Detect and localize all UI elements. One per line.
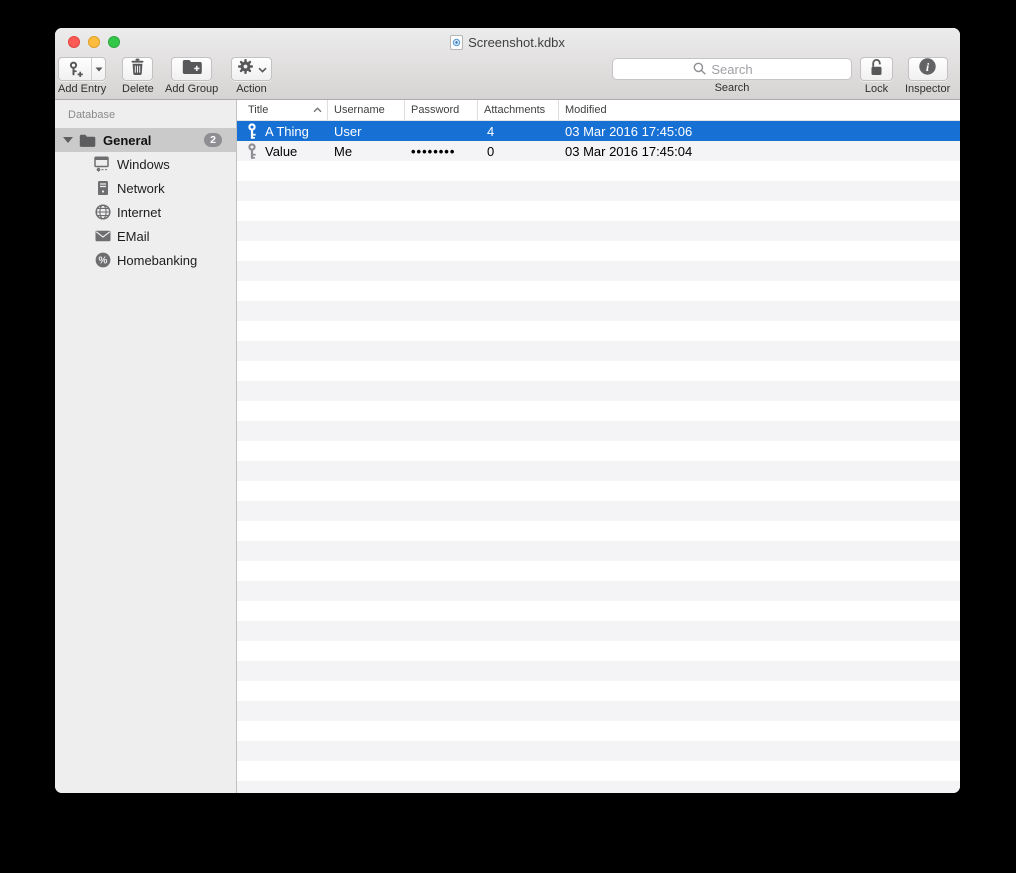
folder-icon [79,134,96,147]
column-attachments-label: Attachments [484,104,546,116]
unlocked-padlock-icon [869,58,884,81]
toolbar: Add Entry Delete Add Group Action Search… [55,56,960,100]
lock-button[interactable] [860,57,893,81]
column-header-title[interactable]: Title [237,100,328,120]
lock-label: Lock [864,83,889,95]
sort-ascending-icon [313,104,322,116]
search-label: Search [714,82,750,94]
table-row[interactable]: Value Me •••••••• 0 03 Mar 2016 17:45:04 [237,141,960,161]
disclosure-triangle-icon[interactable] [63,137,73,143]
sidebar-group-list: Windows Network Internet EMail % Homeban… [55,152,236,272]
cell-username: User [334,123,362,139]
table-header: Title Username Password Attachments Modi… [237,100,960,121]
column-modified-label: Modified [565,104,607,116]
add-group-label: Add Group [165,83,219,95]
table-row[interactable]: A Thing User 4 03 Mar 2016 17:45:06 [237,121,960,141]
table-body[interactable]: A Thing User 4 03 Mar 2016 17:45:06 Valu… [237,121,960,793]
cell-title: Value [265,143,298,159]
sidebar-section-header: Database [68,109,116,121]
trash-icon [130,58,145,81]
entry-table: Title Username Password Attachments Modi… [237,100,960,793]
info-icon: i [919,58,936,80]
entry-count-badge: 2 [204,133,222,147]
key-icon [246,122,258,140]
column-username-label: Username [334,104,385,116]
cell-modified: 03 Mar 2016 17:45:06 [565,123,693,139]
column-title-label: Title [248,104,269,116]
add-group-button[interactable] [171,57,213,81]
inspector-label: Inspector [905,83,951,95]
column-header-modified[interactable]: Modified [559,100,960,120]
add-entry-button[interactable] [58,57,107,81]
window-chrome: Screenshot.kdbx Add Entry Delete Add Gro… [55,28,960,100]
cell-modified: 03 Mar 2016 17:45:04 [565,143,693,159]
action-tool: Action [231,57,272,95]
add-entry-dropdown[interactable] [91,58,105,80]
search-input[interactable] [612,58,852,80]
folder-plus-icon [182,59,202,79]
inspector-tool: i Inspector [905,57,950,95]
windows-icon [94,156,111,172]
cell-attachments: 4 [487,123,495,139]
delete-button[interactable] [122,57,154,81]
network-icon [94,180,111,196]
svg-text:%: % [98,255,107,266]
sidebar-item-network[interactable]: Network [55,176,236,200]
content-area: Database General 2 Windows Network Inter… [55,100,960,793]
add-entry-label: Add Entry [58,83,107,95]
email-icon [94,230,111,242]
column-header-password[interactable]: Password [405,100,478,120]
homebanking-icon: % [94,252,111,268]
add-group-tool: Add Group [165,57,218,95]
sidebar-item-homebanking[interactable]: % Homebanking [55,248,236,272]
action-button[interactable] [231,57,272,81]
inspector-button[interactable]: i [907,57,948,81]
column-header-attachments[interactable]: Attachments [478,100,559,120]
key-icon [246,142,258,160]
column-password-label: Password [411,104,460,116]
app-window: Screenshot.kdbx Add Entry Delete Add Gro… [55,28,960,793]
cell-username: Me [334,143,353,159]
title-area: Screenshot.kdbx [55,28,960,56]
internet-icon [94,204,111,220]
titlebar[interactable]: Screenshot.kdbx [55,28,960,56]
sidebar-root-label: General [103,132,152,148]
document-icon [450,34,464,50]
delete-tool: Delete [122,57,154,95]
sidebar: Database General 2 Windows Network Inter… [55,100,237,793]
cell-title: A Thing [265,123,309,139]
search-field [612,58,852,80]
search-tool: Search [612,57,852,94]
cell-password: •••••••• [411,143,456,159]
window-title: Screenshot.kdbx [468,34,565,50]
column-header-username[interactable]: Username [328,100,405,120]
cell-attachments: 0 [487,143,495,159]
gear-icon [237,58,254,80]
delete-label: Delete [122,83,154,95]
key-plus-icon [59,58,91,80]
sidebar-item-general[interactable]: General 2 [55,128,236,152]
sidebar-item-windows[interactable]: Windows [55,152,236,176]
add-entry-tool: Add Entry [58,57,106,95]
action-label: Action [236,83,267,95]
sidebar-item-email[interactable]: EMail [55,224,236,248]
sidebar-item-internet[interactable]: Internet [55,200,236,224]
lock-tool: Lock [860,57,893,95]
chevron-down-icon [257,60,267,78]
